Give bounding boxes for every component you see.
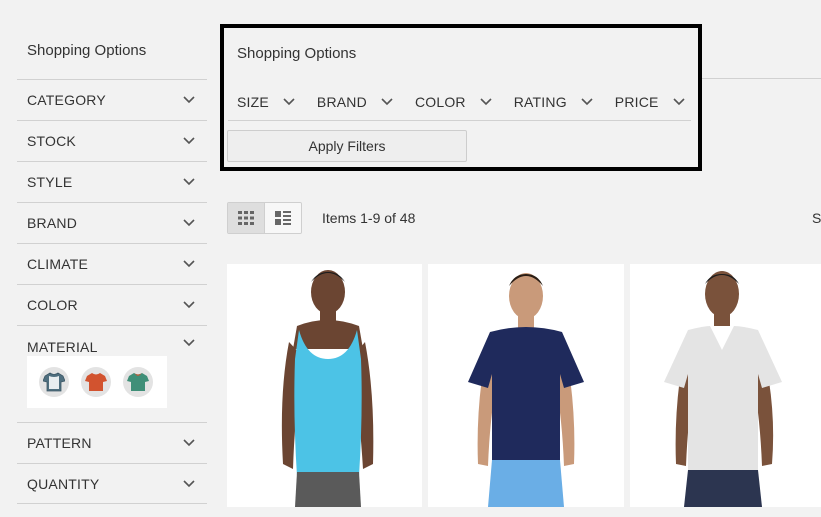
sidebar-item-climate[interactable]: CLIMATE — [17, 243, 207, 284]
shirt-icon — [127, 373, 149, 391]
sidebar-item-label: QUANTITY — [27, 475, 100, 492]
sidebar-item-label: CATEGORY — [27, 92, 106, 108]
filter-label: BRAND — [316, 94, 367, 110]
sidebar-item-label: COLOR — [27, 297, 78, 313]
sidebar-item-label: PATTERN — [27, 435, 92, 451]
product-card[interactable] — [630, 264, 821, 507]
chevron-down-icon — [183, 301, 195, 309]
chevron-down-icon — [183, 178, 195, 186]
filter-label: RATING — [513, 94, 567, 110]
sidebar-title: Shopping Options — [27, 42, 147, 59]
chevron-down-icon — [381, 98, 393, 106]
chevron-down-icon — [183, 137, 195, 145]
product-image — [468, 273, 584, 507]
filter-rating-dropdown[interactable]: RATING — [514, 94, 593, 110]
product-card[interactable] — [428, 264, 624, 507]
panel-divider-bottom — [228, 120, 691, 121]
swatch-shirt-blue-gray[interactable] — [39, 367, 69, 397]
material-swatches — [27, 356, 167, 408]
chevron-down-icon — [183, 219, 195, 227]
tank-top — [294, 330, 362, 476]
filter-price-dropdown[interactable]: PRICE — [615, 94, 685, 110]
product-image — [281, 270, 374, 507]
product-image — [664, 271, 782, 507]
panel-title: Shopping Options — [237, 45, 357, 62]
filter-color-dropdown[interactable]: COLOR — [415, 94, 492, 110]
filter-row: SIZE BRAND COLOR RATING PRICE — [237, 94, 707, 110]
filter-brand-dropdown[interactable]: BRAND — [317, 94, 393, 110]
chevron-down-icon — [581, 98, 593, 106]
items-count: Items 1-9 of 48 — [322, 210, 416, 226]
sidebar-item-category[interactable]: CATEGORY — [17, 79, 207, 120]
sidebar-item-brand[interactable]: BRAND — [17, 202, 207, 243]
filter-size-dropdown[interactable]: SIZE — [237, 94, 295, 110]
list-icon — [274, 211, 291, 225]
chevron-down-icon — [183, 260, 195, 268]
apply-filters-button[interactable]: Apply Filters — [227, 130, 467, 162]
view-mode-toggle — [227, 202, 302, 234]
shirt-icon — [85, 373, 107, 391]
sidebar-item-style[interactable]: STYLE — [17, 161, 207, 202]
sidebar-item-label: MATERIAL — [27, 339, 98, 355]
list-view-button[interactable] — [264, 203, 301, 233]
grid-view-button[interactable] — [228, 203, 265, 233]
shopping-options-panel: Shopping Options SIZE BRAND COLOR RATING… — [220, 24, 702, 171]
chevron-down-icon — [183, 339, 195, 347]
sidebar-item-label: CLIMATE — [27, 256, 89, 272]
shirt-icon — [43, 372, 65, 392]
product-card[interactable] — [227, 264, 422, 507]
sidebar-item-stock[interactable]: STOCK — [17, 120, 207, 161]
sidebar-item-quantity[interactable]: QUANTITY — [17, 463, 207, 504]
sidebar: Shopping Options CATEGORY STOCK STYLE BR… — [17, 0, 207, 504]
filter-label: COLOR — [414, 94, 466, 110]
sidebar-item-color[interactable]: COLOR — [17, 284, 207, 325]
chevron-down-icon — [183, 439, 195, 447]
filter-label: PRICE — [614, 94, 659, 110]
filter-label: SIZE — [237, 94, 269, 110]
sidebar-item-label: STOCK — [27, 133, 76, 149]
swatch-shirt-orange[interactable] — [81, 367, 111, 397]
sidebar-item-material[interactable]: MATERIAL — [17, 325, 207, 422]
sort-label-partial: S — [812, 210, 821, 226]
sidebar-item-pattern[interactable]: PATTERN — [17, 422, 207, 463]
sidebar-item-label: STYLE — [27, 174, 73, 190]
chevron-down-icon — [183, 479, 195, 487]
chevron-down-icon — [283, 98, 295, 106]
sidebar-item-label: BRAND — [27, 215, 78, 231]
chevron-down-icon — [480, 98, 492, 106]
chevron-down-icon — [673, 98, 685, 106]
swatch-shirt-teal[interactable] — [123, 367, 153, 397]
grid-icon — [237, 211, 254, 225]
chevron-down-icon — [183, 96, 195, 104]
